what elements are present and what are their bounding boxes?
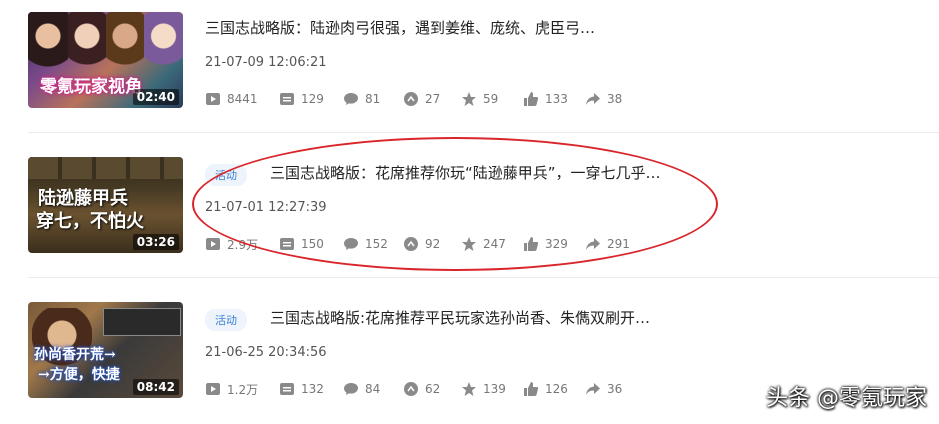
play-icon — [206, 383, 220, 395]
thumbnail-inset — [103, 308, 181, 336]
stats-row: 1.2万 132 84 62 139 126 36 — [205, 379, 622, 399]
thumbs-up-icon — [524, 382, 539, 396]
stat-likes[interactable]: 133 — [523, 91, 585, 107]
video-thumbnail[interactable]: 陆逊藤甲兵 穿七，不怕火 03:26 — [28, 157, 183, 253]
video-list: 零氪玩家视角 02:40 三国志战略版：陆逊肉弓很强，遇到姜维、庞统、虎臣弓… … — [0, 0, 939, 424]
divider — [28, 277, 939, 278]
stat-favorites[interactable]: 139 — [461, 381, 523, 397]
stat-forwards[interactable]: 38 — [585, 91, 622, 107]
thumbs-up-icon — [524, 92, 539, 106]
video-thumbnail[interactable]: 孙尚香开荒→ →方便，快捷 08:42 — [28, 302, 183, 398]
video-duration: 08:42 — [132, 379, 179, 395]
stat-list: 132 — [279, 381, 343, 397]
publish-date: 21-06-25 20:34:56 — [205, 345, 327, 360]
stat-comments[interactable]: 81 — [343, 91, 403, 107]
play-icon — [206, 93, 220, 105]
comment-icon — [344, 383, 358, 395]
divider — [28, 132, 939, 133]
watermark: 头条 @零氪玩家 — [766, 386, 927, 411]
publish-date: 21-07-09 12:06:21 — [205, 55, 327, 70]
activity-tag: 活动 — [205, 309, 247, 331]
stats-row: 8441 129 81 27 59 133 38 — [205, 89, 622, 109]
stat-comments[interactable]: 84 — [343, 381, 403, 397]
thumbnail-caption-line2: →方便，快捷 — [38, 367, 120, 383]
stat-favorites[interactable]: 59 — [461, 91, 523, 107]
stat-plays: 1.2万 — [205, 381, 279, 398]
star-icon — [462, 382, 476, 396]
character-portrait — [106, 12, 144, 72]
stat-likes[interactable]: 126 — [523, 381, 585, 397]
stat-forwards[interactable]: 36 — [585, 381, 622, 397]
play-icon — [206, 238, 220, 250]
video-duration: 03:26 — [132, 234, 179, 250]
stat-plays: 8441 — [205, 91, 279, 107]
stat-share-circle[interactable]: 62 — [403, 381, 461, 397]
character-portrait — [144, 12, 183, 72]
video-title[interactable]: 三国志战略版:花席推荐平民玩家选孙尚香、朱儁双刷开… — [270, 307, 650, 328]
thumbnail-caption-line1: 孙尚香开荒→ — [34, 347, 116, 363]
stat-share-circle[interactable]: 27 — [403, 91, 461, 107]
thumbnail-header-strip — [28, 157, 183, 179]
red-circle-annotation — [192, 137, 718, 271]
character-portrait — [68, 12, 106, 72]
video-thumbnail[interactable]: 零氪玩家视角 02:40 — [28, 12, 183, 108]
share-circle-icon — [404, 92, 418, 106]
comment-icon — [344, 93, 358, 105]
list-icon — [280, 93, 294, 105]
list-icon — [280, 383, 294, 395]
video-duration: 02:40 — [132, 89, 179, 105]
forward-arrow-icon — [586, 93, 600, 105]
video-item[interactable]: 零氪玩家视角 02:40 三国志战略版：陆逊肉弓很强，遇到姜维、庞统、虎臣弓… … — [0, 0, 939, 145]
star-icon — [462, 92, 476, 106]
thumbnail-caption: 零氪玩家视角 — [40, 77, 142, 97]
forward-arrow-icon — [586, 383, 600, 395]
character-portrait — [28, 12, 68, 72]
stat-list: 129 — [279, 91, 343, 107]
video-title[interactable]: 三国志战略版：陆逊肉弓很强，遇到姜维、庞统、虎臣弓… — [205, 17, 595, 38]
thumbnail-caption-line2: 穿七，不怕火 — [36, 211, 144, 232]
share-circle-icon — [404, 382, 418, 396]
